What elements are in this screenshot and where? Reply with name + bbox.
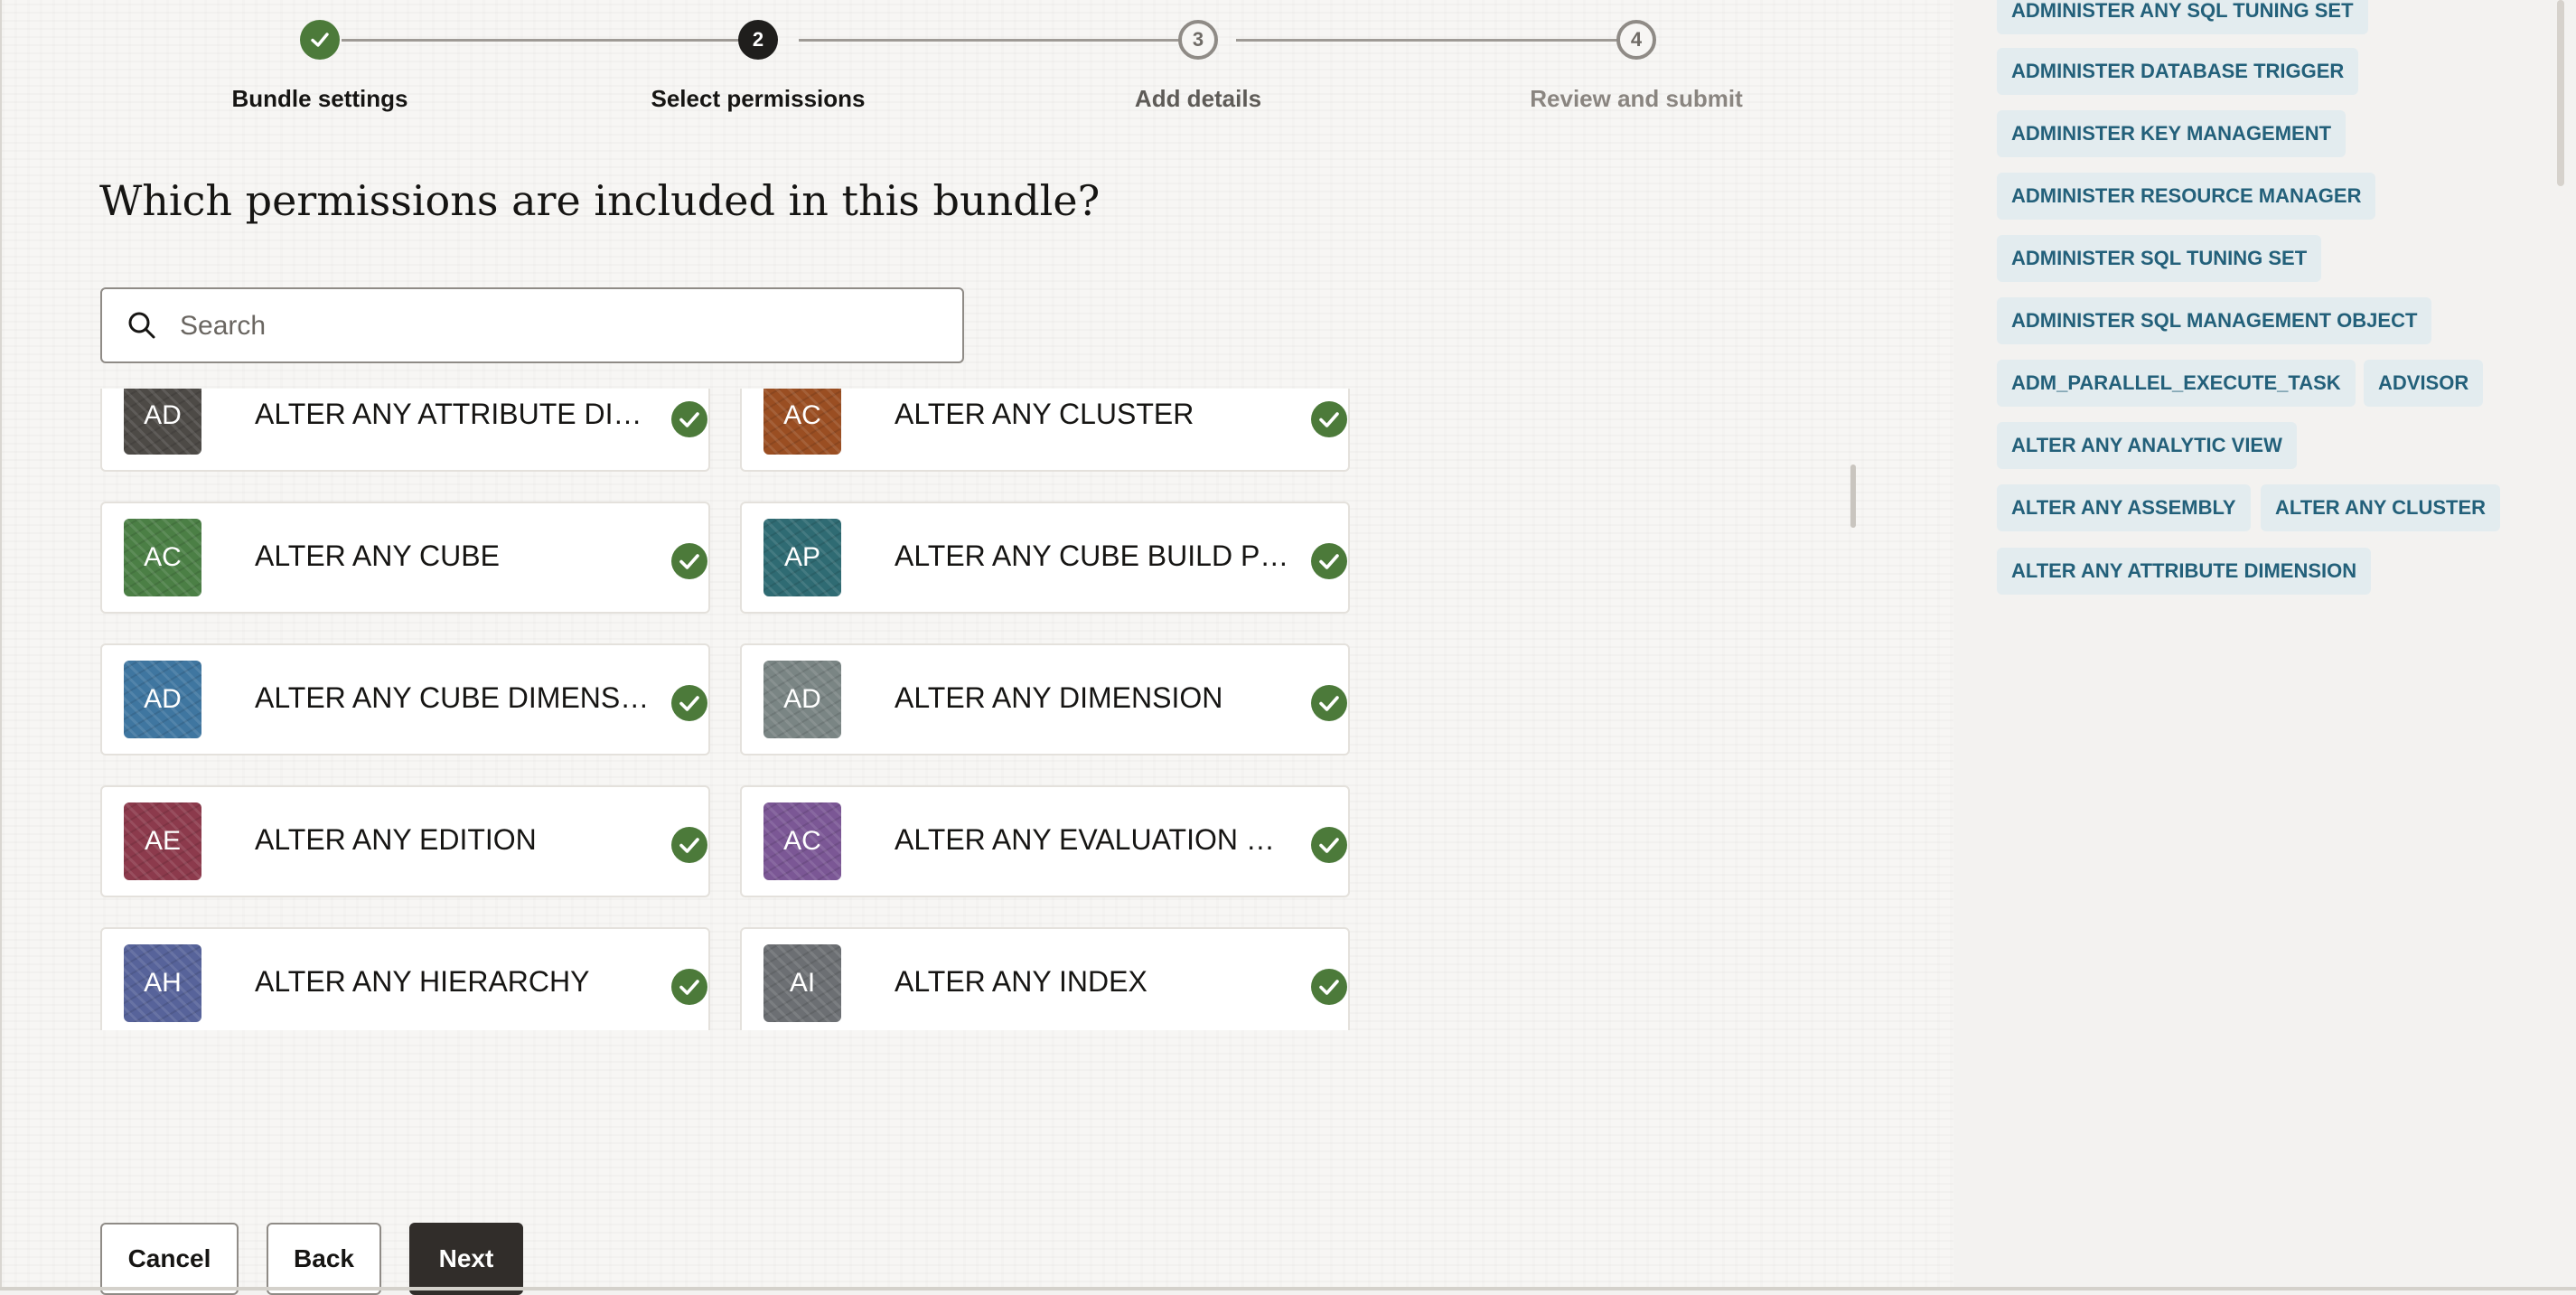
selected-chip[interactable]: ADMINISTER KEY MANAGEMENT bbox=[1997, 110, 2347, 157]
selected-check-icon bbox=[1311, 401, 1347, 437]
panel-scrollbar[interactable] bbox=[2557, 0, 2564, 186]
selected-chip[interactable]: ALTER ANY ASSEMBLY bbox=[1997, 484, 2251, 531]
search-box bbox=[100, 287, 964, 363]
step-connector bbox=[342, 39, 759, 42]
selected-chip[interactable]: ADVISOR bbox=[2364, 360, 2484, 407]
selected-chip[interactable]: ADMINISTER ANY SQL TUNING SET bbox=[1997, 0, 2368, 34]
permission-card[interactable]: AD ALTER ANY DIMENSION bbox=[740, 643, 1350, 755]
permission-grid: AD ALTER ANY ATTRIBUTE DIMENSION AC ALTE… bbox=[100, 389, 1365, 1030]
permission-label: ALTER ANY CUBE DIMENSION bbox=[255, 681, 652, 714]
permission-label: ALTER ANY HIERARCHY bbox=[255, 965, 590, 998]
permission-label: ALTER ANY DIMENSION bbox=[895, 681, 1223, 714]
permission-label: ALTER ANY EVALUATION CONTEXT bbox=[895, 823, 1292, 856]
selected-check-icon bbox=[1311, 543, 1347, 579]
step-1-complete-icon bbox=[300, 20, 340, 60]
selected-chip[interactable]: ALTER ANY CLUSTER bbox=[2261, 484, 2501, 531]
permission-avatar: AD bbox=[124, 389, 201, 455]
permission-card[interactable]: AC ALTER ANY CLUSTER bbox=[740, 389, 1350, 472]
permission-card[interactable]: AI ALTER ANY INDEX bbox=[740, 927, 1350, 1030]
selected-chip[interactable]: ADMINISTER DATABASE TRIGGER bbox=[1997, 48, 2359, 95]
permission-avatar: AP bbox=[763, 519, 841, 596]
permission-label: ALTER ANY CUBE BUILD PROCESS bbox=[895, 540, 1292, 572]
permission-card[interactable]: AE ALTER ANY EDITION bbox=[100, 785, 710, 897]
permission-avatar: AI bbox=[763, 944, 841, 1022]
permission-label: ALTER ANY CUBE bbox=[255, 540, 500, 572]
step-1-label: Bundle settings bbox=[231, 85, 408, 112]
bottom-divider bbox=[0, 1287, 2576, 1290]
permission-avatar: AH bbox=[124, 944, 201, 1022]
selected-chip[interactable]: ALTER ANY ANALYTIC VIEW bbox=[1997, 422, 2297, 469]
step-4-indicator: 4 bbox=[1616, 20, 1656, 60]
selected-check-icon bbox=[1311, 969, 1347, 1005]
permission-label: ALTER ANY INDEX bbox=[895, 965, 1147, 998]
step-3-indicator: 3 bbox=[1178, 20, 1218, 60]
selected-chip[interactable]: ADMINISTER SQL TUNING SET bbox=[1997, 235, 2322, 282]
permission-card[interactable]: AD ALTER ANY ATTRIBUTE DIMENSION bbox=[100, 389, 710, 472]
step-2-indicator: 2 bbox=[738, 20, 778, 60]
page-title: Which permissions are included in this b… bbox=[99, 176, 1101, 225]
selected-chip[interactable]: ALTER ANY ATTRIBUTE DIMENSION bbox=[1997, 548, 2372, 595]
selected-check-icon bbox=[671, 401, 707, 437]
selected-permissions-panel: ADMINISTER ANY SQL TUNING SET ADMINISTER… bbox=[1953, 0, 2576, 1290]
selected-check-icon bbox=[671, 827, 707, 863]
step-connector bbox=[799, 39, 1196, 42]
selected-check-icon bbox=[671, 543, 707, 579]
permission-card[interactable]: AC ALTER ANY EVALUATION CONTEXT bbox=[740, 785, 1350, 897]
selected-chip[interactable]: ADMINISTER SQL MANAGEMENT OBJECT bbox=[1997, 297, 2432, 344]
selected-chip[interactable]: ADMINISTER RESOURCE MANAGER bbox=[1997, 173, 2376, 220]
permission-avatar: AC bbox=[763, 802, 841, 880]
selected-check-icon bbox=[1311, 685, 1347, 721]
permission-label: ALTER ANY EDITION bbox=[255, 823, 537, 856]
permission-card[interactable]: AP ALTER ANY CUBE BUILD PROCESS bbox=[740, 502, 1350, 614]
step-2-label: Select permissions bbox=[651, 85, 866, 112]
search-input[interactable] bbox=[178, 289, 950, 363]
next-button[interactable]: Next bbox=[409, 1223, 523, 1295]
grid-scrollbar[interactable] bbox=[1850, 465, 1856, 528]
selected-chip[interactable]: ADM_PARALLEL_EXECUTE_TASK bbox=[1997, 360, 2356, 407]
selected-check-icon bbox=[671, 969, 707, 1005]
cancel-button[interactable]: Cancel bbox=[100, 1223, 239, 1295]
main-panel: 2 3 4 Bundle settings Select permissions… bbox=[0, 0, 1953, 1295]
search-icon bbox=[126, 309, 158, 342]
permission-label: ALTER ANY CLUSTER bbox=[895, 398, 1194, 430]
permission-avatar: AC bbox=[124, 519, 201, 596]
step-connector bbox=[1236, 39, 1637, 42]
back-button[interactable]: Back bbox=[267, 1223, 381, 1295]
permission-avatar: AD bbox=[763, 661, 841, 738]
permission-card[interactable]: AC ALTER ANY CUBE bbox=[100, 502, 710, 614]
step-3-label: Add details bbox=[1134, 85, 1262, 112]
permission-avatar: AC bbox=[763, 389, 841, 455]
selected-check-icon bbox=[671, 685, 707, 721]
permission-card[interactable]: AH ALTER ANY HIERARCHY bbox=[100, 927, 710, 1030]
permission-card[interactable]: AD ALTER ANY CUBE DIMENSION bbox=[100, 643, 710, 755]
permission-avatar: AD bbox=[124, 661, 201, 738]
permission-label: ALTER ANY ATTRIBUTE DIMENSION bbox=[255, 398, 652, 430]
step-4-label: Review and submit bbox=[1530, 85, 1743, 112]
permission-avatar: AE bbox=[124, 802, 201, 880]
selected-check-icon bbox=[1311, 827, 1347, 863]
